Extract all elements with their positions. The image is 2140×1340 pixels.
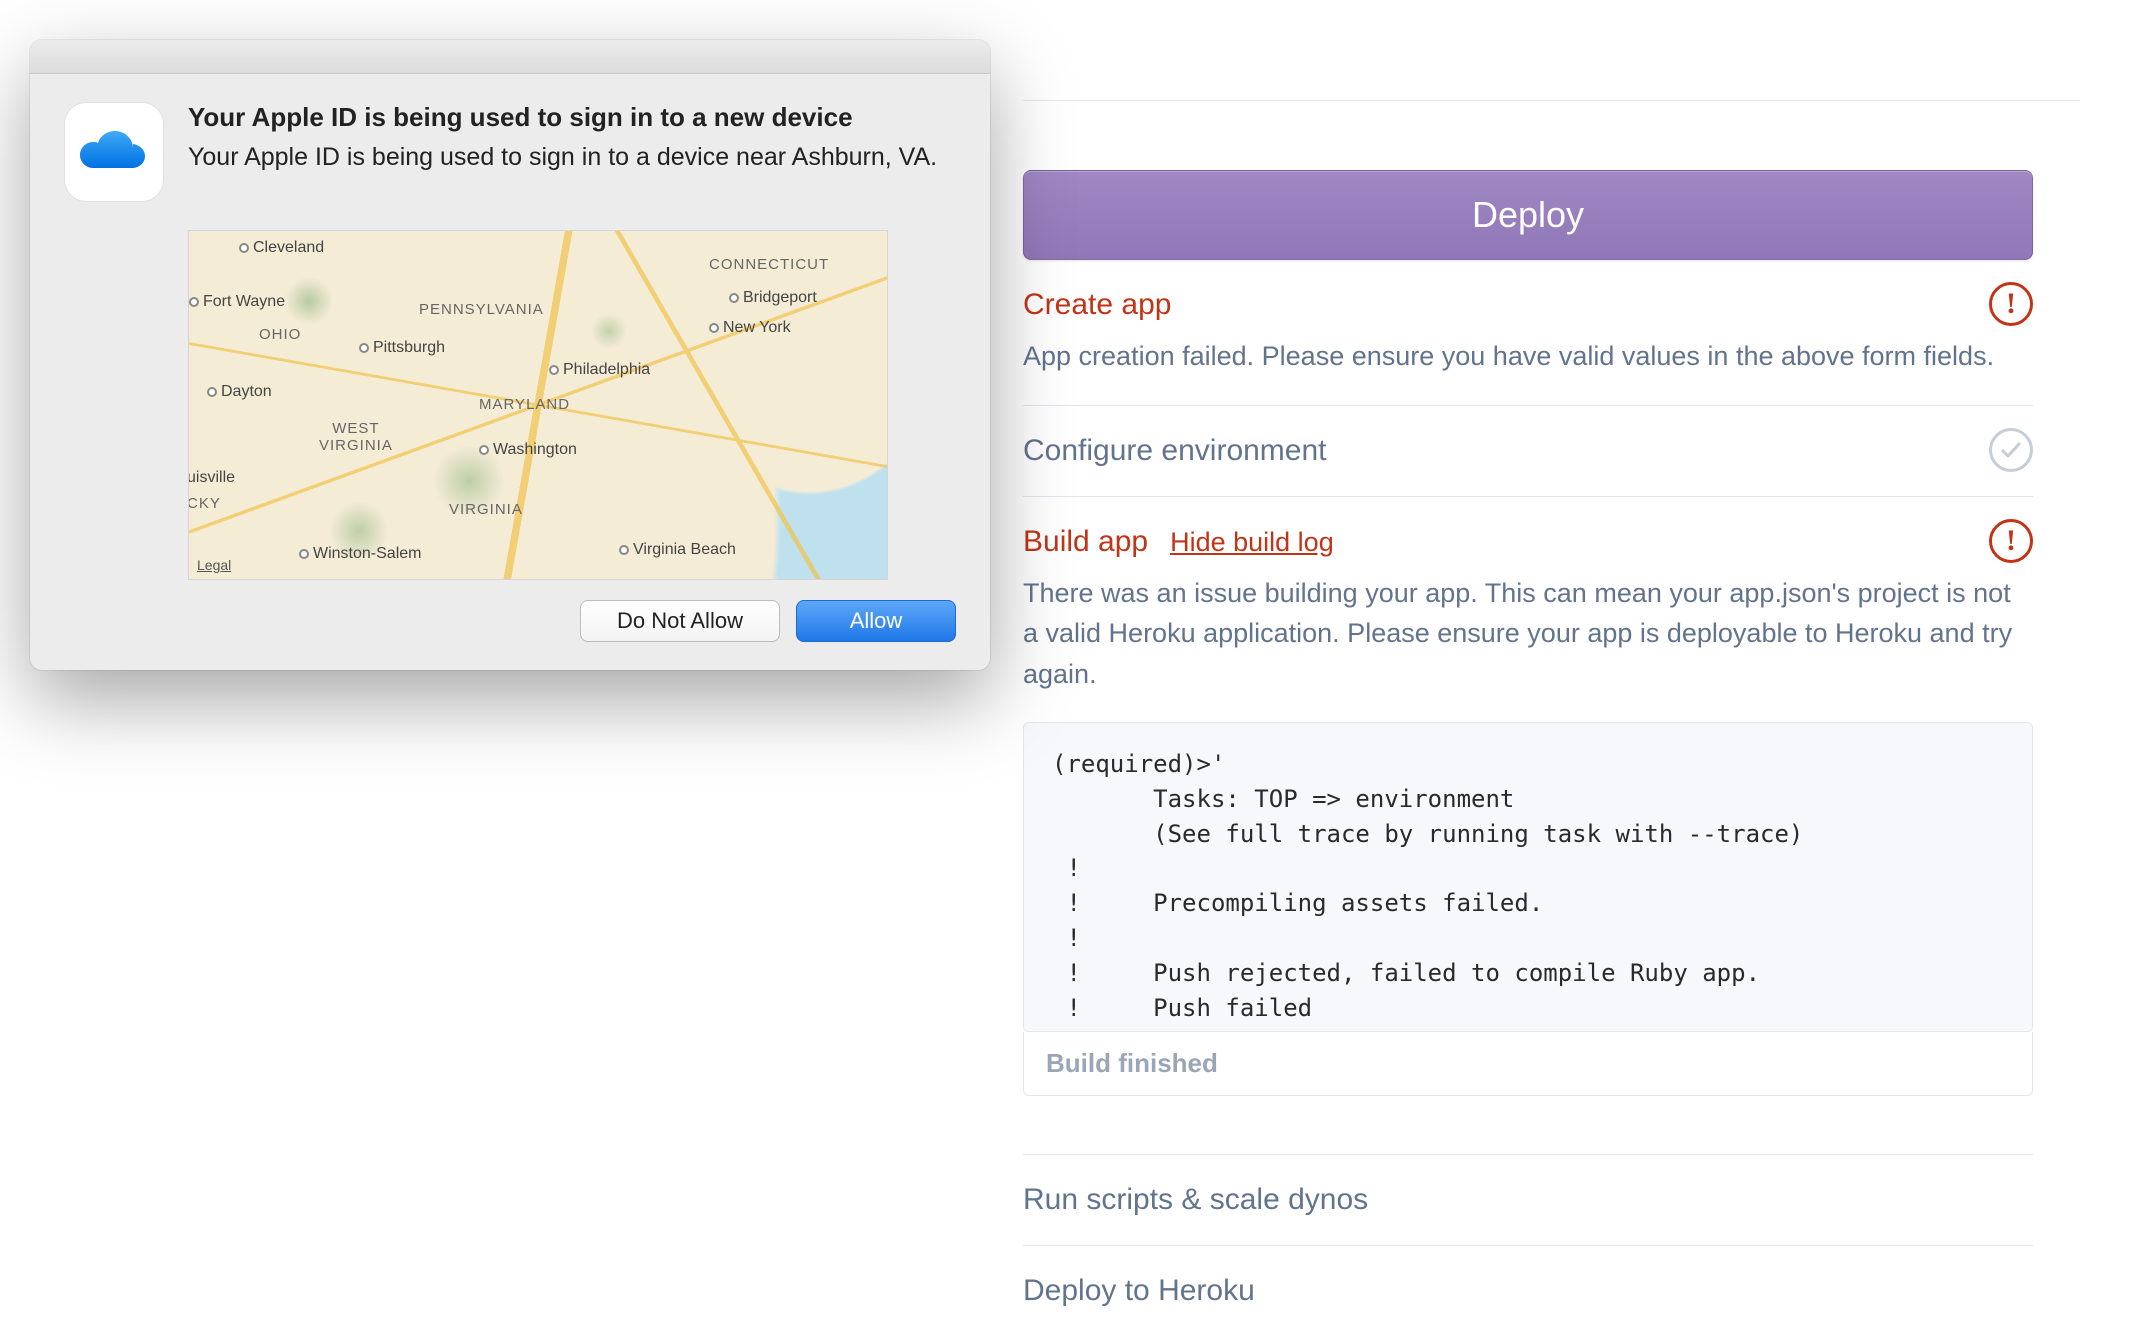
build-app-desc: There was an issue building your app. Th… bbox=[1023, 573, 2033, 695]
error-icon: ! bbox=[1989, 519, 2033, 563]
map-city-label: Bridgeport bbox=[729, 289, 817, 307]
map-legal-link[interactable]: Legal bbox=[197, 557, 231, 573]
map-city-label: uisville bbox=[188, 469, 235, 487]
check-icon bbox=[1989, 428, 2033, 472]
build-log[interactable]: (required)>' Tasks: TOP => environment (… bbox=[1023, 722, 2033, 1032]
icloud-icon bbox=[64, 102, 164, 202]
create-app-title: Create app bbox=[1023, 288, 1171, 322]
run-scripts-title: Run scripts & scale dynos bbox=[1023, 1183, 2033, 1217]
map-state-label: CONNECTICUT bbox=[709, 256, 829, 273]
hide-build-log-link[interactable]: Hide build log bbox=[1170, 527, 1334, 558]
allow-button[interactable]: Allow bbox=[796, 600, 956, 642]
error-icon: ! bbox=[1989, 282, 2033, 326]
apple-id-signin-dialog: Your Apple ID is being used to sign in t… bbox=[30, 40, 990, 670]
step-configure-environment: Configure environment bbox=[1023, 406, 2033, 497]
dialog-title: Your Apple ID is being used to sign in t… bbox=[188, 102, 937, 133]
step-create-app: Create app ! App creation failed. Please… bbox=[1023, 260, 2033, 406]
dialog-subtitle: Your Apple ID is being used to sign in t… bbox=[188, 141, 937, 175]
map-city-label: Pittsburgh bbox=[359, 339, 445, 357]
deploy-button[interactable]: Deploy bbox=[1023, 170, 2033, 260]
map-city-label: Washington bbox=[479, 441, 577, 459]
build-finished-label: Build finished bbox=[1023, 1032, 2033, 1096]
dialog-buttons: Do Not Allow Allow bbox=[30, 600, 990, 670]
map-state-label: CKY bbox=[188, 495, 221, 512]
map-city-label: Fort Wayne bbox=[189, 293, 285, 311]
dialog-titlebar bbox=[30, 40, 990, 74]
map-city-label: Winston-Salem bbox=[299, 545, 421, 563]
step-run-scripts: Run scripts & scale dynos bbox=[1023, 1154, 2033, 1246]
step-build-app: Build app Hide build log ! There was an … bbox=[1023, 497, 2033, 1125]
map-city-label: Cleveland bbox=[239, 239, 324, 257]
map-city-label: New York bbox=[709, 319, 791, 337]
configure-env-title: Configure environment bbox=[1023, 434, 1327, 468]
do-not-allow-button[interactable]: Do Not Allow bbox=[580, 600, 780, 642]
dialog-text: Your Apple ID is being used to sign in t… bbox=[188, 102, 937, 202]
create-app-desc: App creation failed. Please ensure you h… bbox=[1023, 336, 2033, 377]
map-state-label: OHIO bbox=[259, 326, 301, 343]
deploy-panel: Deploy Create app ! App creation failed.… bbox=[1023, 100, 2033, 1336]
map-state-label: WESTVIRGINIA bbox=[319, 421, 393, 454]
map-city-label: Virginia Beach bbox=[619, 541, 736, 559]
map-city-label: Philadelphia bbox=[549, 361, 650, 379]
map-city-label: Dayton bbox=[207, 383, 272, 401]
map-state-label: PENNSYLVANIA bbox=[419, 301, 544, 318]
deploy-heroku-title: Deploy to Heroku bbox=[1023, 1274, 2033, 1308]
step-deploy-to-heroku: Deploy to Heroku bbox=[1023, 1246, 2033, 1336]
map-state-label: MARYLAND bbox=[479, 396, 570, 413]
map-state-label: VIRGINIA bbox=[449, 501, 523, 518]
build-app-title: Build app bbox=[1023, 525, 1148, 559]
location-map[interactable]: PENNSYLVANIA OHIO WESTVIRGINIA MARYLAND … bbox=[188, 230, 888, 580]
